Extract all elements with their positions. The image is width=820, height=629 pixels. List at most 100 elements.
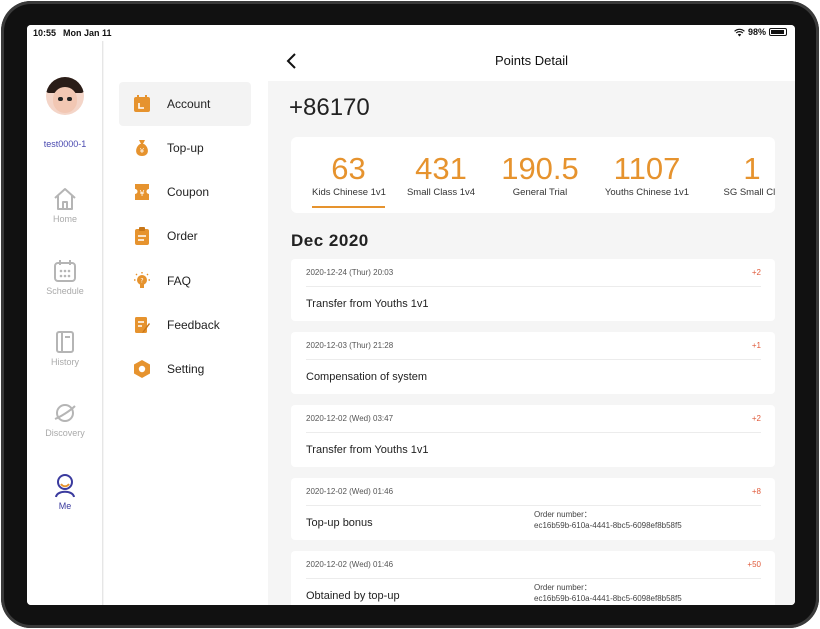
menu-item-top-up[interactable]: ¥ Top-up [119,126,251,170]
rail-label-discovery: Discovery [45,428,85,438]
order-number-label: Order number： [534,583,592,592]
status-date: Mon Jan 11 [63,28,112,38]
username: test0000-1 [43,139,87,149]
rail-item-home[interactable]: Home [27,187,103,239]
svg-text:?: ? [140,278,143,285]
order-number: ec16b59b-610a-4441-8bc5-6098ef8b58f5 [534,594,682,603]
rail-item-schedule[interactable]: Schedule [27,259,103,311]
rail-label-home: Home [52,214,77,224]
screen: 10:55 Mon Jan 11 98% test0000-1 Home Sch… [27,25,795,605]
edit-icon [131,314,153,336]
points-detail-panel: Points Detail +86170 63 Kids Chinese 1v1… [268,41,795,605]
order-number: ec16b59b-610a-4441-8bc5-6098ef8b58f5 [534,521,682,530]
rail-label-schedule: Schedule [46,286,84,296]
menu-label-order: Order [167,229,198,243]
status-bar: 10:55 Mon Jan 11 98% [27,25,795,41]
money-bag-icon: ¥ [131,137,153,159]
record-description: Top-up bonus [306,517,373,529]
record-delta: +8 [751,487,761,496]
divider [306,505,761,506]
list-item: 2020-12-03 (Thur) 21:28 +1 Compensation … [291,332,775,394]
category-value: 190.5 [501,151,579,186]
planet-icon [54,404,76,422]
svg-text:¥: ¥ [140,147,145,155]
points-categories: 63 Kids Chinese 1v1 431 Small Class 1v4 … [291,137,775,213]
category-name: Youths Chinese 1v1 [604,187,690,198]
category-name: General Trial [512,187,568,198]
header: Points Detail [268,41,795,81]
divider [306,286,761,287]
wifi-icon [734,28,745,36]
record-date: 2020-12-03 (Thur) 21:28 [306,341,394,350]
rail-item-me[interactable]: Me [27,472,103,524]
record-date: 2020-12-02 (Wed) 01:46 [306,487,394,496]
menu-item-order[interactable]: Order [119,214,251,258]
category-tab-sg-small-class[interactable]: 1 SG Small Cla [712,151,775,198]
record-date: 2020-12-02 (Wed) 01:46 [306,560,394,569]
person-icon [55,474,75,498]
record-date: 2020-12-24 (Thur) 20:03 [306,268,394,277]
list-item: 2020-12-02 (Wed) 03:47 +2 Transfer from … [291,405,775,467]
record-description: Compensation of system [306,371,428,383]
calendar-icon [54,260,76,282]
account-menu: Account ¥ Top-up ¥ Coupon Order ? FAQ Fe… [104,41,268,605]
menu-label-top-up: Top-up [167,141,204,155]
page-title: Points Detail [495,53,568,68]
record-delta: +2 [751,414,761,423]
avatar[interactable] [46,77,84,115]
rail-item-discovery[interactable]: Discovery [27,401,103,453]
list-item: 2020-12-02 (Wed) 01:46 +50 Obtained by t… [291,551,775,605]
record-delta: +2 [751,268,761,277]
menu-label-setting: Setting [167,362,205,376]
list-item: 2020-12-02 (Wed) 01:46 +8 Top-up bonus O… [291,478,775,540]
category-value: 63 [331,151,366,186]
svg-text:¥: ¥ [139,189,144,198]
menu-item-setting[interactable]: Setting [119,347,251,391]
category-name: Small Class 1v4 [406,187,476,198]
record-description: Transfer from Youths 1v1 [306,298,429,310]
record-date: 2020-12-02 (Wed) 03:47 [306,414,394,423]
book-icon [56,331,74,353]
status-time: 10:55 [33,28,57,38]
category-name: Kids Chinese 1v1 [312,187,386,198]
record-description: Obtained by top-up [306,590,400,602]
divider [306,578,761,579]
menu-label-account: Account [167,97,211,111]
category-value: 1 [743,151,761,186]
menu-label-faq: FAQ [167,274,192,288]
record-delta: +50 [747,560,761,569]
menu-label-coupon: Coupon [167,185,210,199]
category-name: SG Small Cla [723,187,775,198]
battery-percent: 98% [747,27,766,37]
category-tab-youths-chinese[interactable]: 1107 Youths Chinese 1v1 [603,151,691,198]
total-points: +86170 [289,94,370,121]
category-tab-small-class[interactable]: 431 Small Class 1v4 [405,151,477,198]
record-delta: +1 [751,341,761,350]
lightbulb-icon: ? [131,270,153,292]
nav-rail: test0000-1 Home Schedule History Discove… [27,41,103,605]
category-tab-general-trial[interactable]: 190.5 General Trial [499,151,581,198]
month-heading: Dec 2020 [291,231,369,250]
record-description: Transfer from Youths 1v1 [306,444,429,456]
battery-icon [769,28,787,36]
rail-label-me: Me [58,501,72,511]
divider [306,432,761,433]
menu-item-faq[interactable]: ? FAQ [119,259,251,303]
clipboard-icon [131,225,153,247]
calendar-icon [131,93,153,115]
list-item: 2020-12-24 (Thur) 20:03 +2 Transfer from… [291,259,775,321]
category-value: 1107 [613,151,681,186]
category-value: 431 [415,151,467,186]
status-right: 98% [734,27,787,37]
rail-item-history[interactable]: History [27,330,103,382]
coupon-icon: ¥ [131,181,153,203]
rail-label-history: History [50,357,79,367]
divider [306,359,761,360]
tablet-frame: 10:55 Mon Jan 11 98% test0000-1 Home Sch… [1,1,819,628]
menu-item-account[interactable]: Account [119,82,251,126]
category-tab-kids-chinese[interactable]: 63 Kids Chinese 1v1 [312,151,386,208]
menu-item-coupon[interactable]: ¥ Coupon [119,170,251,214]
menu-item-feedback[interactable]: Feedback [119,303,251,347]
home-icon [54,188,76,210]
order-number-label: Order number： [534,510,592,519]
